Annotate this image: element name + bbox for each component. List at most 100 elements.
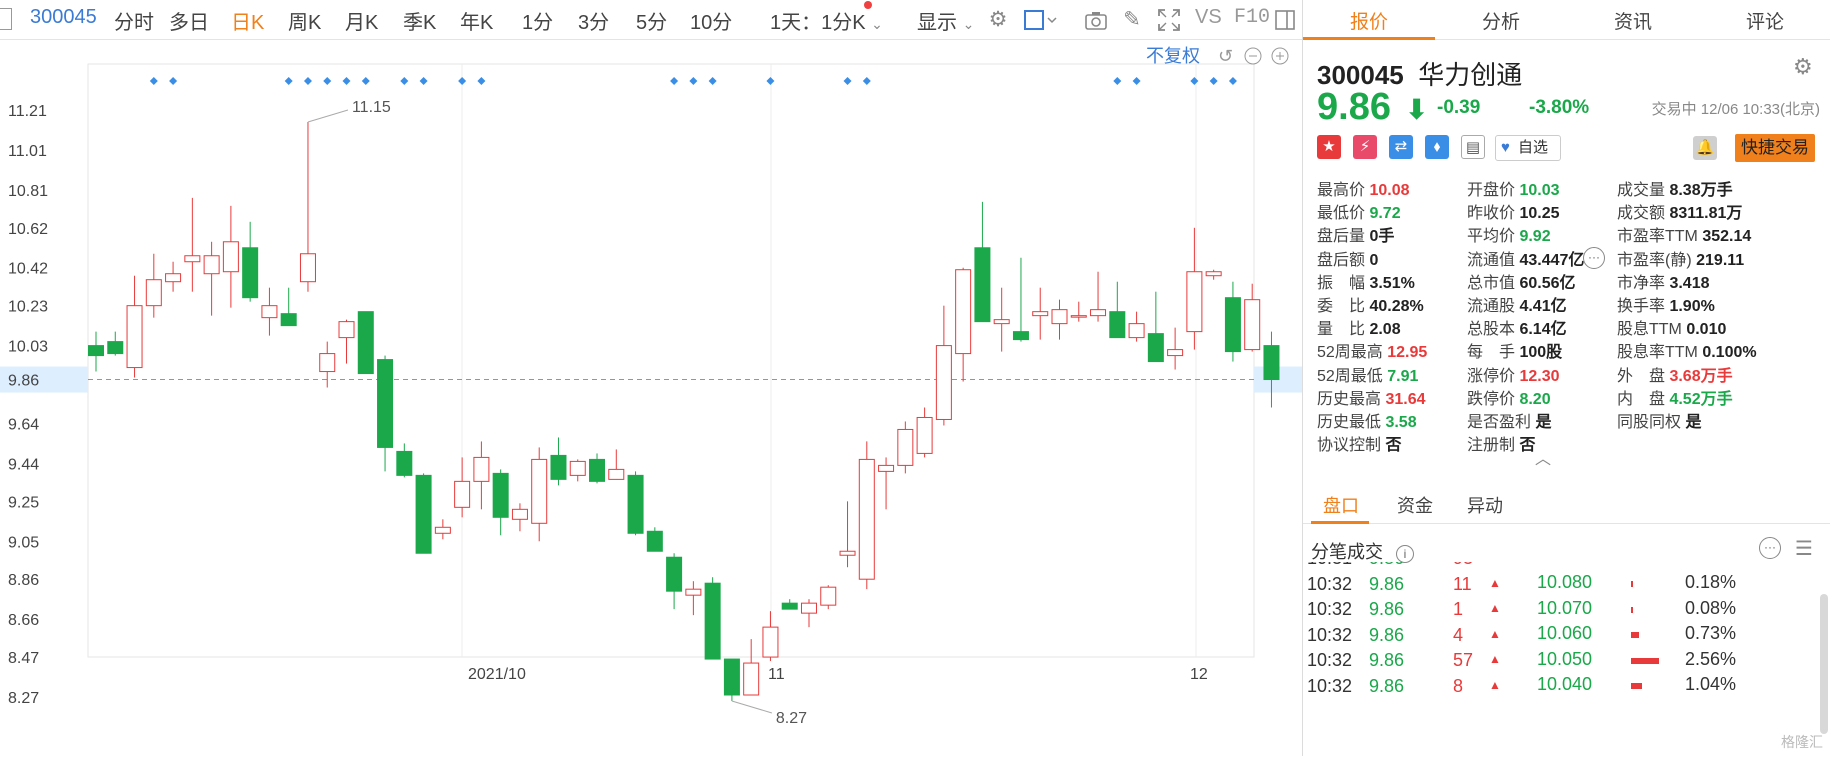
panel-tabs: 报价 分析 资讯 评论 xyxy=(1303,0,1830,40)
candle-body xyxy=(261,305,278,319)
tab-5fen[interactable]: 5分 xyxy=(636,6,667,35)
shuffle-icon[interactable]: ⇄ xyxy=(1389,135,1413,159)
stat-value: 否 xyxy=(1515,437,1536,455)
candle xyxy=(1032,287,1049,340)
more-options-icon[interactable]: ··· xyxy=(1759,537,1781,559)
level-bar xyxy=(1631,657,1660,664)
f10-button[interactable]: F10 xyxy=(1234,6,1270,29)
tab-yidong[interactable]: 异动 xyxy=(1467,492,1503,518)
note-icon[interactable]: ▤ xyxy=(1461,135,1485,159)
candle xyxy=(993,287,1010,352)
more-icon[interactable]: ··· xyxy=(1583,247,1605,269)
square-select-icon[interactable] xyxy=(1022,7,1058,33)
event-marker xyxy=(1113,77,1122,85)
stat-value: 6.14亿 xyxy=(1515,321,1567,339)
candle-body xyxy=(1109,311,1126,339)
candle xyxy=(1186,227,1203,350)
tab-quote[interactable]: 报价 xyxy=(1303,7,1435,34)
candle-body xyxy=(723,658,740,696)
info-icon[interactable]: i xyxy=(1396,545,1415,563)
candle-body xyxy=(415,474,432,554)
undo-icon[interactable]: ↺ xyxy=(1218,46,1233,66)
event-marker xyxy=(284,77,293,85)
candle-body xyxy=(1263,345,1280,381)
gear-icon[interactable]: ⚙ xyxy=(985,7,1011,33)
tab-1fen[interactable]: 1分 xyxy=(522,6,553,35)
tag-icon[interactable]: ⬧ xyxy=(1425,135,1449,159)
stat-label: 换手率 xyxy=(1617,298,1666,315)
candle xyxy=(203,241,220,316)
panel-toggle-icon[interactable] xyxy=(1272,7,1298,33)
candle-body xyxy=(955,269,972,355)
price-change: -0.39 xyxy=(1437,97,1481,118)
stat-8-2: 外 盘 3.68万手 xyxy=(1617,362,1733,386)
stat-value: 3.58 xyxy=(1381,414,1417,431)
stat-label: 注册制 xyxy=(1467,437,1516,455)
trade-volume: 93 xyxy=(1453,562,1473,569)
stat-11-0: 协议控制 否 xyxy=(1317,431,1401,455)
settings-gear-icon[interactable]: ⚙ xyxy=(1793,54,1813,80)
quick-trade-button[interactable]: 快捷交易 xyxy=(1735,134,1815,162)
stat-value: 1.90% xyxy=(1665,298,1715,315)
trade-price: 9.86 xyxy=(1369,650,1405,671)
trade-time: 10:32 xyxy=(1307,650,1353,671)
tab-comments[interactable]: 评论 xyxy=(1699,7,1830,34)
candle-body xyxy=(1205,271,1222,277)
tab-niank[interactable]: 年K xyxy=(460,6,493,35)
candle-body xyxy=(762,626,779,658)
candle xyxy=(762,611,779,662)
candle xyxy=(1070,301,1087,322)
camera-icon[interactable] xyxy=(1083,7,1109,33)
lightning-icon[interactable]: ⚡ xyxy=(1353,135,1377,159)
tab-analysis[interactable]: 分析 xyxy=(1435,7,1567,34)
display-select[interactable]: 显示 ⌄ xyxy=(917,6,974,35)
candle xyxy=(897,421,914,474)
candle-body xyxy=(704,582,721,660)
stat-11-1: 注册制 否 xyxy=(1467,431,1535,455)
restore-toggle[interactable]: 不复权 xyxy=(1146,46,1200,66)
vs-button[interactable]: VS xyxy=(1195,6,1222,29)
tab-duori[interactable]: 多日 xyxy=(169,6,209,35)
candle-body xyxy=(434,526,451,534)
y-tick-label-left: 9.05 xyxy=(8,534,39,551)
stat-label: 内 盘 xyxy=(1617,390,1666,408)
candle xyxy=(1012,257,1029,342)
bell-icon[interactable]: 🔔 xyxy=(1693,136,1717,160)
fullscreen-icon[interactable] xyxy=(1156,7,1182,33)
tab-10fen[interactable]: 10分 xyxy=(690,6,732,35)
stat-value: 43.447亿 xyxy=(1515,251,1585,269)
list-icon[interactable]: ☰ xyxy=(1795,536,1813,561)
kline-chart[interactable]: 11.2111.2111.0111.0110.8110.8110.6210.62… xyxy=(0,40,1350,756)
tab-fenshi[interactable]: 分时 xyxy=(114,6,154,35)
tab-zhouk[interactable]: 周K xyxy=(288,6,321,35)
stat-value: 60.56亿 xyxy=(1515,274,1576,292)
candle-body xyxy=(126,305,143,369)
event-marker xyxy=(361,77,370,85)
tab-pankou[interactable]: 盘口 xyxy=(1323,492,1359,518)
trades-scrollbar[interactable] xyxy=(1820,594,1828,734)
stat-value: 8.38万手 xyxy=(1665,182,1733,199)
tab-rik[interactable]: 日K xyxy=(231,6,264,35)
tab-3fen[interactable]: 3分 xyxy=(578,6,609,35)
y-tick-label-left: 8.47 xyxy=(8,650,39,667)
tab-news[interactable]: 资讯 xyxy=(1567,7,1699,34)
flag-icon[interactable]: ★ xyxy=(1317,135,1341,159)
pencil-icon[interactable]: ✎ xyxy=(1119,7,1145,33)
candle xyxy=(1244,283,1261,352)
interval-select[interactable]: 1天：1分K ⌄ xyxy=(770,6,883,35)
menu-icon[interactable] xyxy=(0,8,12,30)
candle xyxy=(781,599,798,610)
stock-code[interactable]: 300045 xyxy=(30,6,97,29)
tab-yuek[interactable]: 月K xyxy=(345,6,378,35)
watchlist-button[interactable]: ♥ 自选 xyxy=(1495,135,1561,161)
stat-value: 7.91 xyxy=(1382,367,1419,385)
stat-2-0: 盘后量 0手 xyxy=(1317,222,1394,246)
collapse-chevron-icon[interactable]: ︿ xyxy=(1535,445,1551,469)
y-tick-label-left: 9.86 xyxy=(8,373,39,390)
candle-body xyxy=(1186,271,1203,333)
tab-zijin[interactable]: 资金 xyxy=(1397,492,1433,518)
tab-jik[interactable]: 季K xyxy=(403,6,436,35)
stat-value: 40.28% xyxy=(1365,298,1424,315)
candle-body xyxy=(473,456,490,482)
stat-label: 涨停价 xyxy=(1467,367,1516,385)
